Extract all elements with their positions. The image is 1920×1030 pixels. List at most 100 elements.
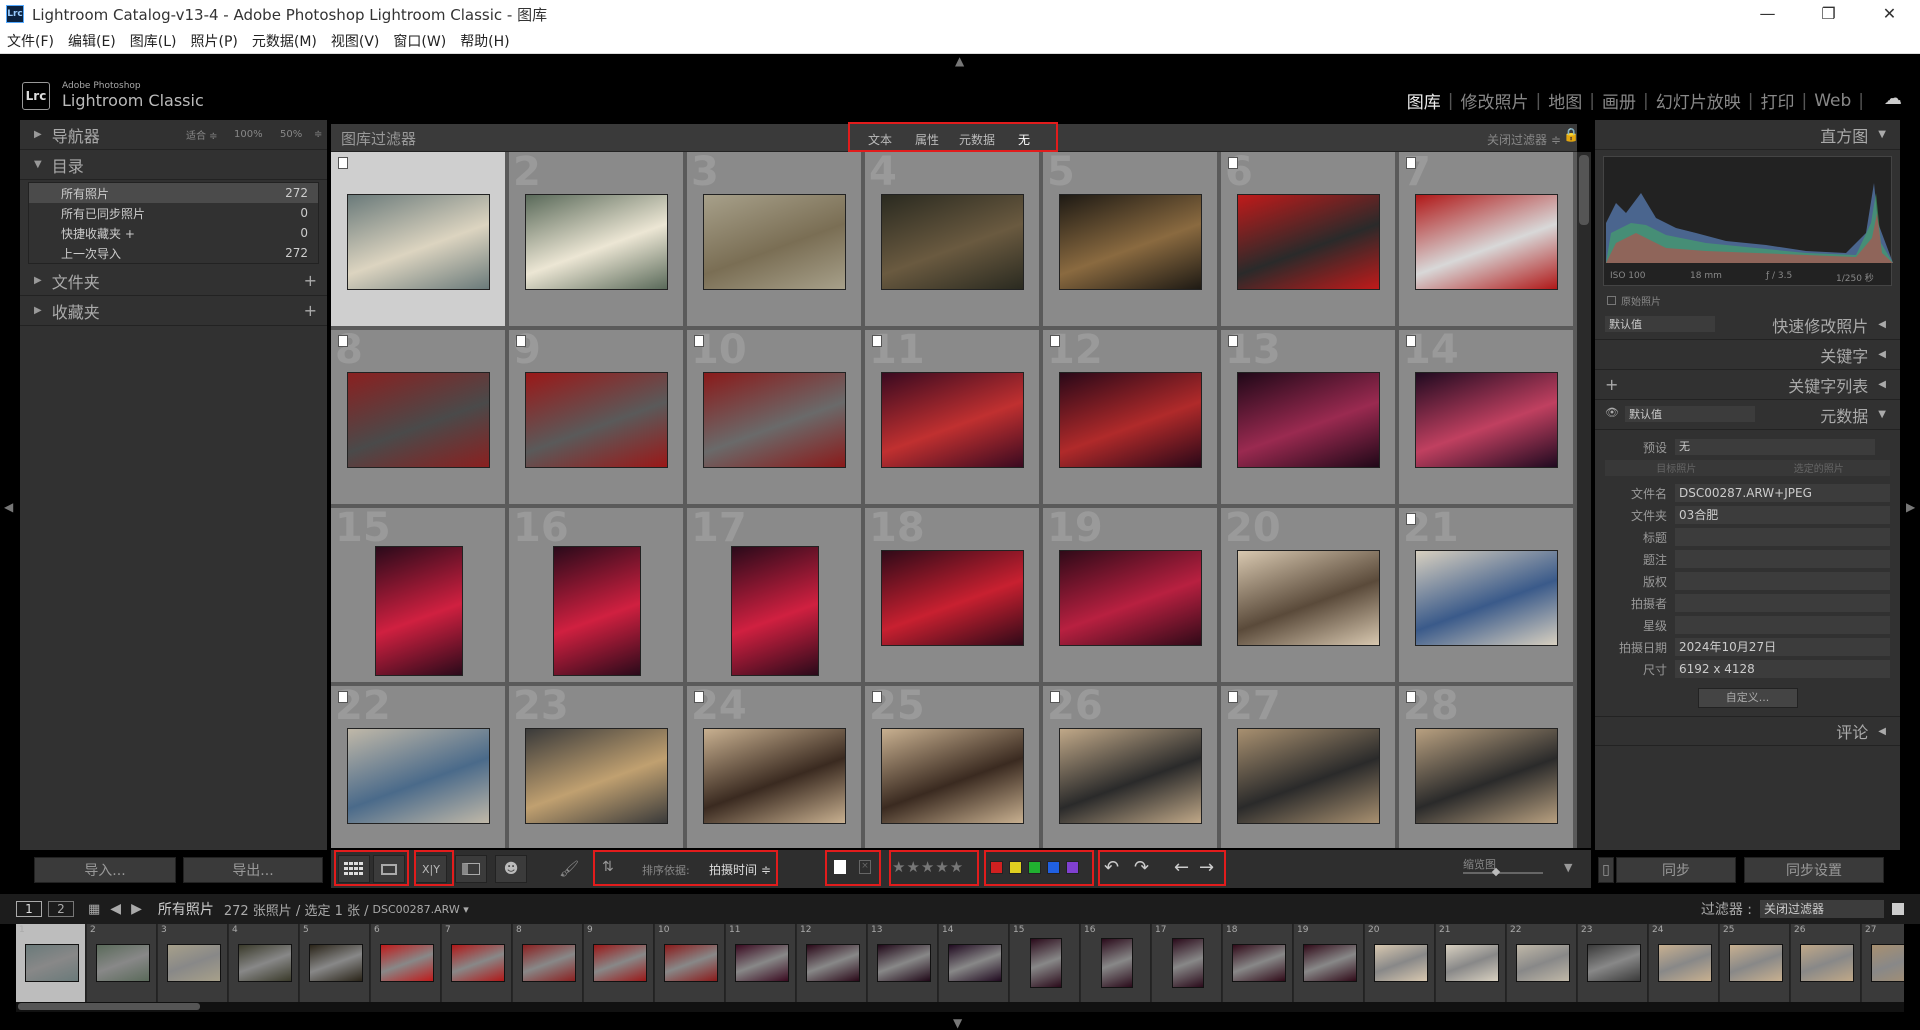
left-panel-toggle-icon[interactable]: ◀ (4, 500, 13, 514)
histogram-header[interactable]: 直方图 ▼ (1595, 120, 1900, 150)
pick-flag-icon[interactable] (1228, 157, 1238, 169)
grid-cell[interactable]: 14 (1399, 330, 1575, 506)
grid-cell[interactable]: 10 (687, 330, 863, 506)
filmstrip-thumbnail[interactable] (25, 944, 79, 982)
cloud-sync-icon[interactable]: ☁ (1884, 88, 1902, 109)
eye-icon[interactable]: 👁 (1605, 406, 1619, 419)
filmstrip-cell[interactable]: 4 (229, 924, 299, 1002)
catalog-item-previous-import[interactable]: 上一次导入 272 (29, 243, 318, 263)
collections-header[interactable]: ▶ 收藏夹 + (20, 296, 327, 326)
grid-cell[interactable]: 4 (865, 152, 1041, 328)
photo-thumbnail[interactable] (1237, 550, 1380, 646)
second-screen-button[interactable]: 2 (48, 901, 74, 917)
filmstrip-thumbnail[interactable] (948, 944, 1002, 982)
module-library[interactable]: 图库 (1400, 88, 1448, 113)
metadata-header[interactable]: 👁 默认值 元数据 ▼ (1595, 400, 1900, 430)
survey-view-button[interactable] (455, 855, 487, 883)
photo-thumbnail[interactable] (1415, 372, 1558, 468)
module-print[interactable]: 打印 (1753, 88, 1801, 113)
filmstrip-thumbnail[interactable] (1445, 944, 1499, 982)
photo-thumbnail[interactable] (1237, 194, 1380, 290)
filmstrip-cell[interactable]: 11 (726, 924, 796, 1002)
metadata-field-value[interactable] (1675, 594, 1890, 612)
filmstrip-cell[interactable]: 13 (868, 924, 938, 1002)
pick-flag-icon[interactable] (338, 157, 348, 169)
pick-flag-icon[interactable] (1406, 335, 1416, 347)
zoom-more[interactable]: ≑ (314, 129, 322, 140)
photo-thumbnail[interactable] (1059, 372, 1202, 468)
bottom-panel-toggle-icon[interactable]: ▼ (953, 1016, 962, 1030)
filmstrip-cell[interactable]: 3 (158, 924, 228, 1002)
filmstrip-thumbnail[interactable] (1030, 938, 1062, 988)
filmstrip-cell[interactable]: 24 (1649, 924, 1719, 1002)
grid-cell[interactable]: 6 (1221, 152, 1397, 328)
photo-thumbnail[interactable] (347, 728, 490, 824)
filmstrip-thumbnail[interactable] (1374, 944, 1428, 982)
menu-library[interactable]: 图库(L) (123, 31, 184, 51)
filmstrip-thumbnail[interactable] (1871, 944, 1904, 982)
module-web[interactable]: Web (1807, 91, 1858, 111)
import-button[interactable]: 导入... (34, 857, 176, 883)
catalog-item-quick-collection[interactable]: 快捷收藏夹 + 0 (29, 223, 318, 243)
photo-thumbnail[interactable] (525, 728, 668, 824)
pick-flag-icon[interactable] (1228, 691, 1238, 703)
filmstrip-scroll-thumb[interactable] (18, 1003, 200, 1010)
grid-scroll-thumb[interactable] (1579, 155, 1589, 225)
filmstrip-thumbnail[interactable] (1658, 944, 1712, 982)
customize-button[interactable]: 自定义... (1697, 688, 1798, 708)
filmstrip-thumbnail[interactable] (309, 944, 363, 982)
filmstrip-thumbnail[interactable] (877, 944, 931, 982)
filmstrip-cell[interactable]: 14 (939, 924, 1009, 1002)
grid-cell[interactable]: 17 (687, 508, 863, 684)
photo-thumbnail[interactable] (881, 372, 1024, 468)
people-view-button[interactable]: ☻ (495, 855, 527, 883)
filmstrip-cell[interactable]: 7 (442, 924, 512, 1002)
filmstrip-cell[interactable]: 21 (1436, 924, 1506, 1002)
grid-cell[interactable]: 2 (509, 152, 685, 328)
pick-flag-icon[interactable] (694, 691, 704, 703)
photo-thumbnail[interactable] (731, 546, 819, 676)
photo-thumbnail[interactable] (881, 728, 1024, 824)
catalog-item-all-photos[interactable]: 所有照片 272 (29, 183, 318, 203)
photo-thumbnail[interactable] (1415, 550, 1558, 646)
thumbnail-size-slider[interactable] (1463, 872, 1543, 874)
grid-cell[interactable]: 21 (1399, 508, 1575, 684)
grid-cell[interactable]: 20 (1221, 508, 1397, 684)
metadata-field-value[interactable] (1675, 528, 1890, 546)
grid-cell[interactable]: 11 (865, 330, 1041, 506)
keywording-header[interactable]: 关键字 ◀ (1595, 340, 1900, 370)
top-panel-toggle-icon[interactable]: ▲ (955, 54, 964, 68)
metadata-field-value[interactable] (1675, 550, 1890, 568)
zoom-50[interactable]: 50% (280, 129, 302, 140)
metadata-field-value[interactable] (1675, 572, 1890, 590)
menu-help[interactable]: 帮助(H) (453, 31, 516, 51)
photo-thumbnail[interactable] (1237, 372, 1380, 468)
filmstrip-cell[interactable]: 8 (513, 924, 583, 1002)
filmstrip-thumbnail[interactable] (522, 944, 576, 982)
photo-thumbnail[interactable] (703, 194, 846, 290)
filmstrip-cell[interactable]: 12 (797, 924, 867, 1002)
comments-header[interactable]: 评论 ◀ (1595, 716, 1900, 746)
menu-edit[interactable]: 编辑(E) (61, 31, 123, 51)
catalog-item-synced[interactable]: 所有已同步照片 0 (29, 203, 318, 223)
minimize-button[interactable]: — (1737, 0, 1798, 28)
filmstrip-thumbnail[interactable] (96, 944, 150, 982)
export-button[interactable]: 导出... (183, 857, 323, 883)
metadata-field-value[interactable]: 6192 x 4128 (1675, 660, 1890, 678)
grid-cell[interactable]: 28 (1399, 686, 1575, 848)
grid-cell[interactable]: 26 (1043, 686, 1219, 848)
menu-window[interactable]: 窗口(W) (386, 31, 453, 51)
sync-settings-button[interactable]: 同步设置 (1744, 857, 1884, 883)
grid-cell[interactable] (331, 152, 507, 328)
keyword-list-header[interactable]: + 关键字列表 ◀ (1595, 370, 1900, 400)
filmstrip-cell[interactable]: 20 (1365, 924, 1435, 1002)
photo-thumbnail[interactable] (375, 546, 463, 676)
pick-flag-icon[interactable] (1406, 157, 1416, 169)
filmstrip-filter-select[interactable]: 关闭过滤器 (1760, 900, 1884, 918)
photo-thumbnail[interactable] (1059, 194, 1202, 290)
filmstrip-thumbnail[interactable] (380, 944, 434, 982)
quick-develop-preset[interactable]: 默认值 (1605, 316, 1715, 332)
grid-shortcut-icon[interactable]: ▦ (88, 902, 100, 917)
zoom-fit[interactable]: 适合 ≑ (186, 127, 218, 142)
filmstrip-thumbnail[interactable] (1172, 938, 1204, 988)
